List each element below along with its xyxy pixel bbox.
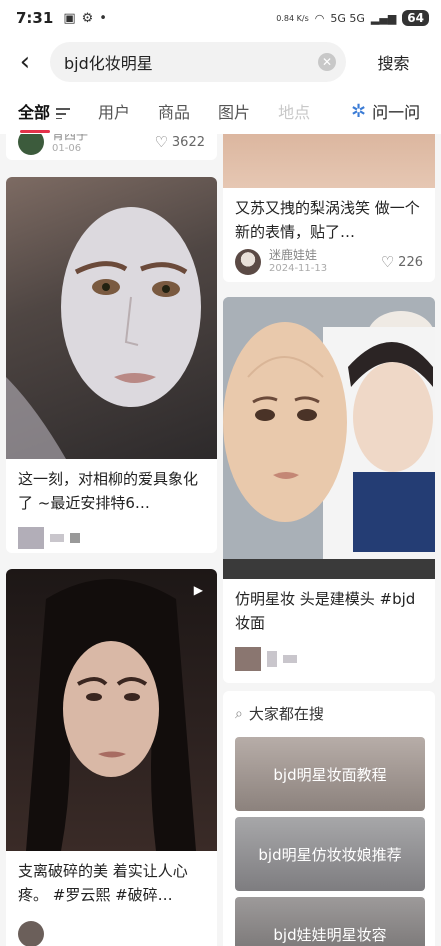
dot-icon: • [99,10,107,26]
like-button[interactable]: ♡ 226 [381,253,423,271]
tab-places[interactable]: 地点 [278,99,310,123]
trending-item[interactable]: bjd明星妆面教程 [235,737,425,811]
results-feed: 青西子 01-06 ♡3622 这一刻，对相柳的爱具象化了 ~最近安排特6… [0,134,441,946]
tab-all-label: 全部 [18,103,51,122]
card-meta [18,921,205,946]
card-meta [18,527,205,549]
cover-image[interactable] [223,297,435,579]
status-bar: 7:31 ▣ ⚙ • 0.84 K/s ◠ 5G 5G ▂▄▆ 64 [0,0,441,36]
doll-head-comparison-illustration [223,297,435,579]
avatar[interactable] [235,647,261,671]
doll-face-illustration [6,207,201,459]
ask-button[interactable]: ✲ 问一问 [343,88,441,134]
avatar[interactable] [18,921,44,946]
back-button[interactable]: ‹ [0,36,50,88]
blurred-author [70,533,80,543]
filter-icon[interactable] [56,108,71,119]
card-title: 仿明星妆 头是建模头 #bjd妆面 [235,590,416,632]
result-tabs: 全部 用户 商品 图片 地点 ✲ 问一问 [0,88,441,134]
author-name[interactable]: 青西子 [52,134,88,142]
cover-image[interactable]: ▶ [6,569,217,851]
card-title: 这一刻，对相柳的爱具象化了 ~最近安排特6… [18,470,199,512]
like-button[interactable]: ♡ 3622 [154,134,205,151]
tab-all[interactable]: 全部 [18,99,71,133]
like-count: 3622 [171,134,205,150]
battery-indicator: 64 [402,10,429,26]
note-card[interactable]: 这一刻，对相柳的爱具象化了 ~最近安排特6… [6,177,217,553]
search-header: ‹ ✕ 搜索 [0,36,441,88]
gallery-icon: ▣ [63,10,76,26]
note-card[interactable]: 又苏又拽的梨涡浅笑 做一个新的表情，贴了… 迷鹿娃娃 2024-11-13 ♡ 2… [223,134,435,282]
search-icon: ⌕ [235,705,243,722]
avatar[interactable] [18,134,44,155]
heart-icon: ♡ [380,253,395,271]
signal-icon: ▂▄▆ [370,11,397,25]
search-button[interactable]: 搜索 [346,50,441,74]
card-title: 又苏又拽的梨涡浅笑 做一个新的表情，贴了… [235,199,420,241]
status-time: 7:31 [16,9,54,27]
network-speed: 0.84 K/s [276,13,309,23]
chevron-left-icon: ‹ [19,47,31,77]
cover-image[interactable] [223,134,435,188]
card-meta: 青西子 01-06 ♡ 3622 [18,134,205,156]
card-meta [235,647,423,671]
card-title: 支离破碎的美 着实让人心疼。 #罗云熙 #破碎… [18,862,188,904]
note-card[interactable]: 仿明星妆 头是建模头 #bjd妆面 [223,297,435,683]
card-meta: 迷鹿娃娃 2024-11-13 ♡ 226 [235,248,423,276]
trending-item[interactable]: bjd娃娃明星妆容 [235,897,425,946]
avatar[interactable] [18,527,44,549]
ask-label: 问一问 [372,103,421,122]
trending-searches-card: ⌕ 大家都在搜 bjd明星妆面教程 bjd明星仿妆妆娘推荐 bjd娃娃明星妆容 [223,691,435,946]
post-date: 01-06 [52,143,82,154]
sparkle-icon: ✲ [351,100,367,122]
cover-image[interactable] [6,177,217,459]
author-name[interactable]: 迷鹿娃娃 [269,248,327,262]
post-date: 2024-11-13 [269,263,328,274]
wifi-icon: ◠ [314,11,325,25]
notification-icons: ▣ ⚙ • [63,11,107,26]
trending-title: 大家都在搜 [248,705,324,723]
blurred-author [267,651,277,667]
tab-images[interactable]: 图片 [218,99,250,123]
network-label: 5G 5G [330,11,365,25]
trending-item[interactable]: bjd明星仿妆妆娘推荐 [235,817,425,891]
tab-products[interactable]: 商品 [158,99,190,123]
avatar[interactable] [235,249,261,275]
doll-face-illustration [26,579,196,851]
like-count: 226 [398,254,423,270]
blurred-author [283,655,297,663]
tab-users[interactable]: 用户 [98,99,130,123]
trending-item-label: bjd明星妆面教程 [273,765,387,784]
note-card[interactable]: 青西子 01-06 ♡ 3622 [6,134,217,160]
blurred-author [50,534,64,542]
settings-icon: ⚙ [81,10,94,26]
trending-item-label: bjd娃娃明星妆容 [273,925,387,944]
search-box[interactable]: ✕ [50,42,346,82]
play-icon: ▶ [193,583,203,597]
heart-icon: ♡ [154,134,168,151]
note-card[interactable]: ▶ 支离破碎的美 着实让人心疼。 #罗云熙 #破碎… [6,569,217,946]
trending-item-label: bjd明星仿妆妆娘推荐 [258,845,402,864]
clear-search-icon[interactable]: ✕ [318,53,336,71]
search-input[interactable] [64,52,318,72]
trending-header: ⌕ 大家都在搜 [235,703,324,724]
